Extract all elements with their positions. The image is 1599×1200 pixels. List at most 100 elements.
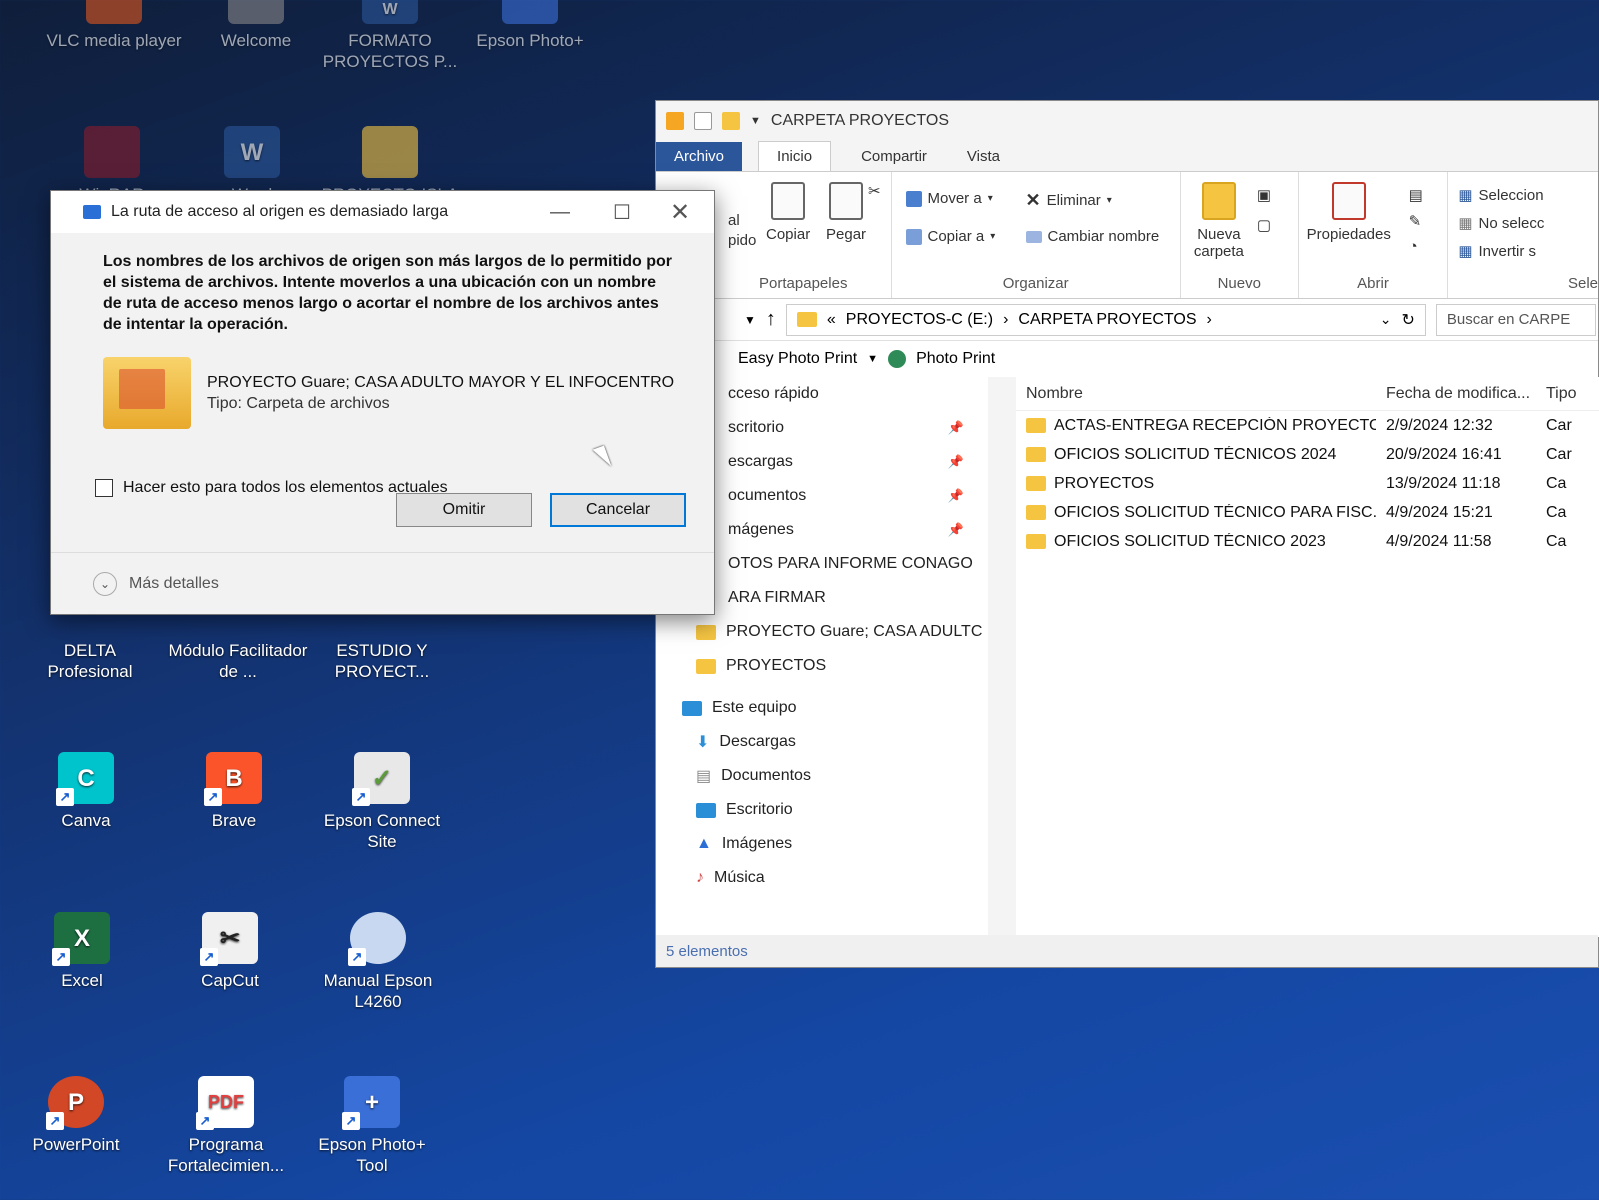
address-bar[interactable]: « PROYECTOS-C (E:) › CARPETA PROYECTOS ›… [785, 303, 1426, 336]
desktop-icon-epson-photo[interactable]: Epson Photo+ [460, 0, 600, 51]
file-row[interactable]: ACTAS-ENTREGA RECEPCIÓN PROYECTOS 2/9/20… [1016, 411, 1599, 440]
pdf-icon: PDF ↗ [196, 1076, 254, 1130]
file-row[interactable]: PROYECTOS 13/9/2024 11:18 Ca [1016, 469, 1599, 498]
desktop-icon-estudio[interactable]: ESTUDIO Y PROYECT... [312, 640, 452, 682]
easy-photo-print-button[interactable]: Easy Photo Print [738, 350, 857, 368]
history-icon[interactable]: ◔ [1409, 238, 1418, 255]
desktop-icon-epson-tool[interactable]: + ↗ Epson Photo+ Tool [302, 1076, 442, 1176]
select-none-icon: ▦ [1458, 215, 1473, 232]
nav-item-pc-descargas[interactable]: ⬇ Descargas [656, 725, 988, 759]
dialog-body: Los nombres de los archivos de origen so… [51, 233, 714, 498]
minimize-button[interactable]: — [530, 191, 590, 233]
easy-access-icon[interactable]: ▢ [1257, 216, 1271, 234]
edit-icon[interactable]: ✎ [1409, 212, 1422, 230]
nav-item-pc-musica[interactable]: ♪ Música [656, 861, 988, 895]
copy-button[interactable]: Copiar [766, 182, 810, 243]
column-header-type[interactable]: Tipo [1546, 385, 1599, 403]
ribbon-group-organize: Mover a ▾ Copiar a ▾ ✕ Eliminar ▾ Cambiar n… [892, 172, 1181, 298]
download-icon: ⬇ [696, 734, 710, 751]
photo-print-button[interactable]: Photo Print [916, 350, 995, 368]
desktop-icon-canva[interactable]: C ↗ Canva [16, 752, 156, 831]
desktop-icon-programa[interactable]: PDF ↗ Programa Fortalecimien... [156, 1076, 296, 1176]
nav-item-proyectos[interactable]: PROYECTOS [656, 649, 988, 683]
ribbon-group-label: Abrir [1357, 275, 1389, 292]
tab-vista[interactable]: Vista [949, 142, 1018, 171]
new-item-icon[interactable]: ▣ [1257, 186, 1271, 204]
close-button[interactable]: ✕ [650, 191, 710, 233]
breadcrumb-drive[interactable]: PROYECTOS-C (E:) [846, 311, 993, 329]
desktop-icon-vlc[interactable]: VLC media player [44, 0, 184, 51]
address-dropdown-icon[interactable]: ⌄ [1380, 311, 1392, 328]
pin-quick-access-button[interactable]: al [728, 212, 740, 229]
item-count: 5 elementos [666, 942, 748, 960]
folder-icon [1026, 534, 1046, 549]
move-to-button[interactable]: Mover a ▾ [905, 190, 993, 207]
desktop-icon-welcome[interactable]: Welcome [186, 0, 326, 51]
chevron-down-icon[interactable]: ▼ [867, 353, 878, 365]
word-icon: W [224, 126, 280, 178]
photo-print-icon [888, 350, 907, 368]
refresh-icon[interactable]: ↻ [1401, 310, 1414, 330]
desktop-icon-excel[interactable]: X ↗ Excel [12, 912, 152, 991]
conflict-item: PROYECTO Guare; CASA ADULTO MAYOR Y EL I… [103, 357, 678, 429]
desktop-icon-formato[interactable]: W FORMATO PROYECTOS P... [320, 0, 460, 72]
folder-icon [1026, 418, 1046, 433]
properties-quick-icon[interactable] [694, 112, 712, 130]
quick-access-dropdown-icon[interactable]: ▼ [750, 115, 761, 127]
music-icon: ♪ [696, 869, 704, 886]
apply-to-all-checkbox[interactable] [95, 478, 113, 497]
desktop-icon-modulo[interactable]: Módulo Facilitador de ... [168, 640, 308, 682]
file-row[interactable]: OFICIOS SOLICITUD TÉCNICO 2023 4/9/2024 … [1016, 527, 1599, 556]
computer-icon [682, 700, 702, 716]
delete-button[interactable]: ✕ Eliminar ▾ [1026, 190, 1112, 211]
tab-archivo[interactable]: Archivo [656, 142, 743, 171]
cancel-button[interactable]: Cancelar [550, 493, 686, 527]
epson-connect-icon: ✓ ↗ [352, 752, 410, 806]
new-folder-quick-icon[interactable] [722, 112, 740, 130]
nav-item-pc-escritorio[interactable]: Escritorio [656, 793, 988, 827]
open-icon[interactable]: ▤ [1409, 186, 1423, 204]
nav-item-proyecto-guare[interactable]: PROYECTO Guare; CASA ADULTC [656, 615, 988, 649]
nav-item-pc-documentos[interactable]: ▤ Documentos [656, 759, 988, 793]
desktop-icon-delta[interactable]: DELTA Profesional [20, 640, 160, 682]
properties-button[interactable]: Propiedades [1307, 182, 1391, 243]
desktop-icon-powerpoint[interactable]: P ↗ PowerPoint [6, 1076, 146, 1155]
desktop-icon-epson-connect[interactable]: ✓ ↗ Epson Connect Site [312, 752, 452, 852]
breadcrumb-folder[interactable]: CARPETA PROYECTOS [1018, 311, 1196, 329]
vlc-icon [86, 0, 142, 24]
folder-icon [1026, 505, 1046, 520]
file-row[interactable]: OFICIOS SOLICITUD TÉCNICOS 2024 20/9/202… [1016, 440, 1599, 469]
paste-button[interactable]: Pegar [826, 182, 866, 243]
maximize-button[interactable]: ☐ [592, 191, 652, 233]
desktop-icon-capcut[interactable]: ✂ ↗ CapCut [160, 912, 300, 991]
column-header-name[interactable]: Nombre [1016, 385, 1376, 403]
tab-inicio[interactable]: Inicio [758, 141, 832, 171]
rename-button[interactable]: Cambiar nombre [1025, 228, 1159, 245]
new-folder-button[interactable]: Nueva carpeta [1191, 182, 1247, 260]
skip-button[interactable]: Omitir [396, 493, 532, 527]
column-header-date[interactable]: Fecha de modifica... [1376, 385, 1546, 403]
dialog-titlebar: La ruta de acceso al origen es demasiado… [51, 191, 714, 233]
tab-compartir[interactable]: Compartir [843, 142, 945, 171]
invert-selection-button[interactable]: ▦ Invertir s [1458, 242, 1536, 261]
copy-to-icon [905, 228, 922, 245]
excel-icon: X ↗ [52, 912, 110, 966]
recent-locations-icon[interactable]: ▼ [744, 313, 756, 327]
brave-icon: B ↗ [204, 752, 262, 806]
select-none-button[interactable]: ▦ No selecc [1458, 214, 1544, 233]
search-input[interactable]: Buscar en CARPE [1435, 303, 1596, 336]
capcut-icon: ✂ ↗ [200, 912, 258, 966]
chevron-down-icon: ⌄ [93, 571, 117, 596]
nav-item-pc-imagenes[interactable]: ▲ Imágenes [656, 827, 988, 861]
nav-item-este-equipo[interactable]: Este equipo [656, 691, 988, 725]
up-arrow-icon[interactable]: ↑ [766, 308, 776, 331]
cut-icon[interactable]: ✂ [868, 182, 881, 200]
more-details-toggle[interactable]: ⌄ Más detalles [51, 552, 714, 614]
desktop-icon-brave[interactable]: B ↗ Brave [164, 752, 304, 831]
select-all-icon: ▦ [1458, 187, 1473, 204]
file-row[interactable]: OFICIOS SOLICITUD TÉCNICO PARA FISC... 4… [1016, 498, 1599, 527]
copy-to-button[interactable]: Copiar a ▾ [905, 228, 995, 245]
select-all-button[interactable]: ▦ Seleccion [1458, 186, 1543, 205]
move-icon [905, 190, 922, 207]
desktop-icon-manual-epson[interactable]: ↗ Manual Epson L4260 [308, 912, 448, 1012]
